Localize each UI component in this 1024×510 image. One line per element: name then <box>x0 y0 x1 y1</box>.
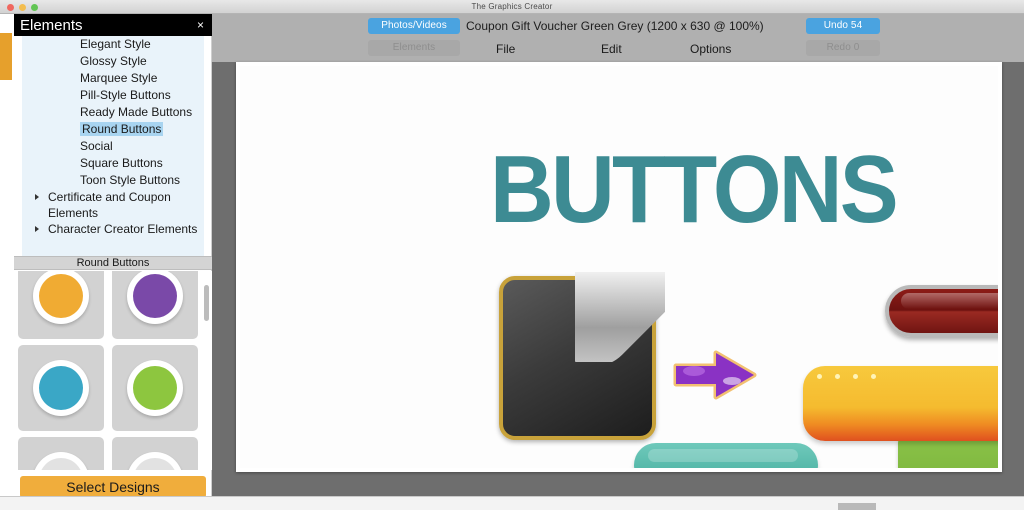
tree-item-square-buttons[interactable]: Square Buttons <box>22 155 204 172</box>
page-peel-corner[interactable] <box>575 272 665 362</box>
redo-button[interactable]: Redo 0 <box>806 40 880 56</box>
thumbnail-scrollbar-thumb[interactable] <box>204 285 209 321</box>
dock-item-hint[interactable] <box>838 503 876 510</box>
chevron-right-icon[interactable] <box>35 226 39 232</box>
thumbnail-core <box>39 458 83 470</box>
canvas-headline[interactable]: BUTTONS <box>490 142 899 238</box>
design-canvas[interactable]: BUTTONS Just add text <box>240 66 998 468</box>
thumbnail-round-button-orange[interactable] <box>18 271 104 339</box>
thumbnail-round-button-purple[interactable] <box>112 271 198 339</box>
close-icon[interactable]: × <box>197 18 204 32</box>
tree-item-pill-style-buttons[interactable]: Pill-Style Buttons <box>22 87 204 104</box>
panel-title: Elements <box>20 17 83 34</box>
tree-item-certificate-and-coupon-elements[interactable]: Certificate and Coupon Elements <box>22 189 204 221</box>
tree-item-label: Character Creator Elements <box>48 222 198 236</box>
tree-item-glossy-style[interactable]: Glossy Style <box>22 53 204 70</box>
thumbnail-ring <box>33 452 89 470</box>
select-designs-button[interactable]: Select Designs <box>20 476 206 498</box>
tree-item-elegant-style[interactable]: Elegant Style <box>22 36 204 53</box>
thumbnail-core <box>39 274 83 318</box>
thumbnail-core <box>133 274 177 318</box>
window-titlebar: The Graphics Creator <box>0 0 1024 14</box>
tree-item-label: Marquee Style <box>80 71 158 85</box>
thumbnail-round-button-blue[interactable] <box>18 345 104 431</box>
thumbnail-grid-header: Round Buttons <box>14 256 212 270</box>
menu-edit[interactable]: Edit <box>601 41 622 57</box>
thumbnail-core <box>39 366 83 410</box>
undo-button[interactable]: Undo 54 <box>806 18 880 34</box>
menu-file[interactable]: File <box>496 41 515 57</box>
orange-edge-accent <box>0 33 12 80</box>
elements-tree[interactable]: Elegant Style Glossy Style Marquee Style Pi… <box>22 36 204 256</box>
elements-panel-header: Elements × <box>14 14 212 36</box>
orange-rounded-bar-button[interactable] <box>803 366 998 441</box>
chevron-right-icon[interactable] <box>35 194 39 200</box>
tree-item-marquee-style[interactable]: Marquee Style <box>22 70 204 87</box>
thumbnail-ring <box>33 360 89 416</box>
thumbnail-ring <box>127 360 183 416</box>
tree-item-label: Certificate and Coupon Elements <box>48 190 171 220</box>
thumbnail-ring <box>127 452 183 470</box>
window-title: The Graphics Creator <box>471 2 553 11</box>
teal-pill-button[interactable] <box>634 443 818 468</box>
tree-item-label: Pill-Style Buttons <box>80 88 171 102</box>
tree-item-label: Square Buttons <box>80 156 163 170</box>
tree-item-label: Glossy Style <box>80 54 147 68</box>
menu-options[interactable]: Options <box>690 41 731 57</box>
thumbnail-round-button-gray-b[interactable] <box>112 437 198 470</box>
tree-item-label: Ready Made Buttons <box>80 105 193 119</box>
purple-arrow-button[interactable] <box>672 349 758 401</box>
tab-photos-videos[interactable]: Photos/Videos <box>368 18 460 34</box>
tree-item-ready-made-buttons[interactable]: Ready Made Buttons <box>22 104 204 121</box>
tree-item-social[interactable]: Social <box>22 138 204 155</box>
thumbnail-grid[interactable] <box>14 271 212 470</box>
tree-item-round-buttons[interactable]: Round Buttons <box>22 121 204 138</box>
tree-item-toon-style-buttons[interactable]: Toon Style Buttons <box>22 172 204 189</box>
thumbnail-core <box>133 366 177 410</box>
dark-red-pill-button[interactable] <box>885 285 998 337</box>
tree-item-label: Toon Style Buttons <box>80 173 181 187</box>
tree-item-label: Social <box>80 139 113 153</box>
thumbnail-core <box>133 458 177 470</box>
thumbnail-ring <box>127 271 183 324</box>
tree-item-label: Round Buttons <box>80 122 164 136</box>
tree-item-label: Elegant Style <box>80 37 151 51</box>
tab-elements[interactable]: Elements <box>368 40 460 56</box>
application-window: The Graphics Creator BUTTONS Just add te… <box>0 0 1024 510</box>
tree-item-character-creator-elements[interactable]: Character Creator Elements <box>22 221 204 237</box>
thumbnail-round-button-green[interactable] <box>112 345 198 431</box>
thumbnail-round-button-gray-a[interactable] <box>18 437 104 470</box>
thumbnail-ring <box>33 271 89 324</box>
document-title: Coupon Gift Voucher Green Grey (1200 x 6… <box>466 19 764 33</box>
